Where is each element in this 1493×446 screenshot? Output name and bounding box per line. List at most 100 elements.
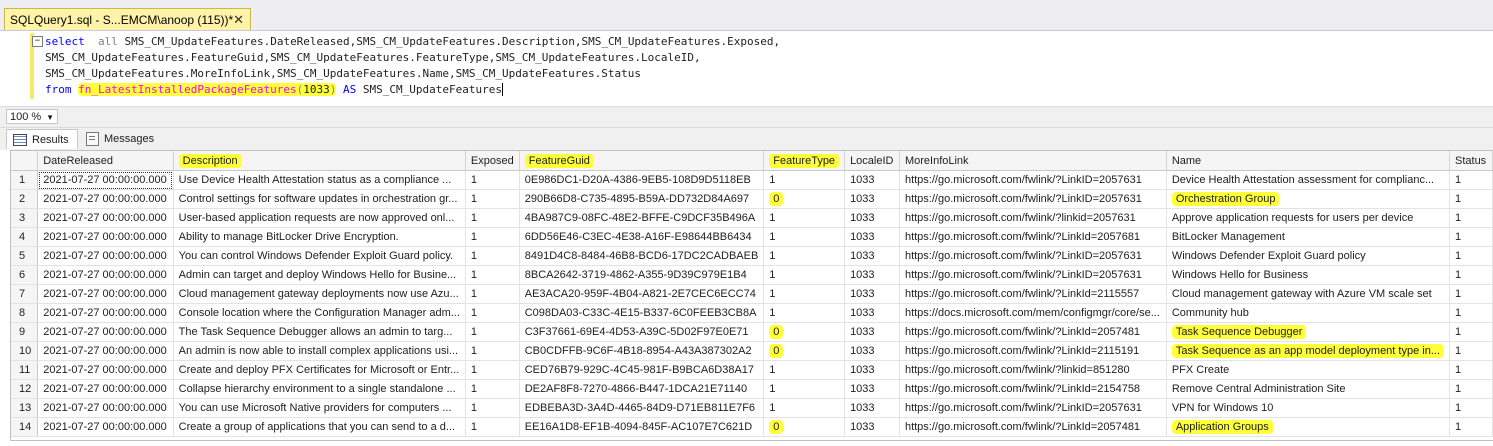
cell-description[interactable]: User-based application requests are now … <box>173 208 466 228</box>
cell-datereleased[interactable]: 2021-07-27 00:00:00.000 <box>37 246 174 266</box>
cell-featureguid[interactable]: 290B66D8-C735-4895-B59A-DD732D84A697 <box>519 189 765 209</box>
cell-exposed[interactable]: 1 <box>465 170 520 190</box>
row-number-cell[interactable]: 8 <box>11 303 39 323</box>
cell-exposed[interactable]: 1 <box>465 284 520 304</box>
table-row[interactable]: 11 2021-07-27 00:00:00.000 Create and depl… <box>11 360 1493 380</box>
table-row[interactable]: 14 2021-07-27 00:00:00.000 Create a group … <box>11 417 1493 437</box>
cell-description[interactable]: Admin can target and deploy Windows Hell… <box>173 265 466 285</box>
cell-name[interactable]: Orchestration Group <box>1166 189 1451 209</box>
cell-description[interactable]: The Task Sequence Debugger allows an adm… <box>173 322 466 342</box>
cell-moreinfolink[interactable]: https://go.microsoft.com/fwlink/?LinkId=… <box>899 379 1167 399</box>
tab-results[interactable]: Results <box>6 129 78 149</box>
cell-moreinfolink[interactable]: https://go.microsoft.com/fwlink/?LinkID=… <box>899 189 1167 209</box>
cell-featureguid[interactable]: EDBEBA3D-3A4D-4465-84D9-D71EB811E7F6 <box>519 398 765 418</box>
cell-featuretype[interactable]: 1 <box>763 208 846 228</box>
cell-featureguid[interactable]: 6DD56E46-C3EC-4E38-A16F-E98644BB6434 <box>519 227 765 247</box>
cell-exposed[interactable]: 1 <box>465 265 520 285</box>
cell-description[interactable]: You can control Windows Defender Exploit… <box>173 246 466 266</box>
cell-datereleased[interactable]: 2021-07-27 00:00:00.000 <box>37 170 174 190</box>
cell-moreinfolink[interactable]: https://go.microsoft.com/fwlink/?LinkId=… <box>899 227 1167 247</box>
cell-description[interactable]: Console location where the Configuration… <box>173 303 466 323</box>
column-header-datereleased[interactable]: DateReleased <box>37 151 174 171</box>
cell-localeid[interactable]: 1033 <box>844 341 900 361</box>
cell-datereleased[interactable]: 2021-07-27 00:00:00.000 <box>37 417 174 437</box>
cell-exposed[interactable]: 1 <box>465 227 520 247</box>
table-row[interactable]: 7 2021-07-27 00:00:00.000 Cloud management… <box>11 284 1493 304</box>
column-header-exposed[interactable]: Exposed <box>465 151 520 171</box>
row-number-cell[interactable]: 6 <box>11 265 39 285</box>
cell-localeid[interactable]: 1033 <box>844 170 900 190</box>
cell-featuretype[interactable]: 1 <box>763 227 846 247</box>
cell-status[interactable]: 1 <box>1449 265 1493 285</box>
table-row[interactable]: 6 2021-07-27 00:00:00.000 Admin can target… <box>11 265 1493 285</box>
cell-localeid[interactable]: 1033 <box>844 322 900 342</box>
cell-exposed[interactable]: 1 <box>465 246 520 266</box>
cell-localeid[interactable]: 1033 <box>844 303 900 323</box>
cell-moreinfolink[interactable]: https://go.microsoft.com/fwlink/?linkid=… <box>899 208 1167 228</box>
cell-datereleased[interactable]: 2021-07-27 00:00:00.000 <box>37 322 174 342</box>
column-header-featuretype[interactable]: FeatureType <box>763 151 846 171</box>
cell-moreinfolink[interactable]: https://go.microsoft.com/fwlink/?LinkId=… <box>899 417 1167 437</box>
cell-description[interactable]: Create a group of applications that you … <box>173 417 466 437</box>
cell-featureguid[interactable]: AE3ACA20-959F-4B04-A821-2E7CEC6ECC74 <box>519 284 765 304</box>
row-number-cell[interactable]: 5 <box>11 246 39 266</box>
cell-datereleased[interactable]: 2021-07-27 00:00:00.000 <box>37 227 174 247</box>
cell-status[interactable]: 1 <box>1449 170 1493 190</box>
cell-featureguid[interactable]: 8491D4C8-8484-46B8-BCD6-17DC2CADBAEB <box>519 246 765 266</box>
cell-name[interactable]: Windows Hello for Business <box>1166 265 1451 285</box>
cell-description[interactable]: You can use Microsoft Native providers f… <box>173 398 466 418</box>
table-row[interactable]: 4 2021-07-27 00:00:00.000 Ability to manag… <box>11 227 1493 247</box>
cell-datereleased[interactable]: 2021-07-27 00:00:00.000 <box>37 379 174 399</box>
cell-localeid[interactable]: 1033 <box>844 189 900 209</box>
column-header-name[interactable]: Name <box>1166 151 1451 171</box>
cell-description[interactable]: Cloud management gateway deployments now… <box>173 284 466 304</box>
cell-description[interactable]: Control settings for software updates in… <box>173 189 466 209</box>
cell-status[interactable]: 1 <box>1449 379 1493 399</box>
row-number-cell[interactable]: 11 <box>11 360 39 380</box>
table-row[interactable]: 9 2021-07-27 00:00:00.000 The Task Sequenc… <box>11 322 1493 342</box>
cell-name[interactable]: Community hub <box>1166 303 1451 323</box>
cell-featuretype[interactable]: 0 <box>763 341 846 361</box>
table-row[interactable]: 12 2021-07-27 00:00:00.000 Collapse hierar… <box>11 379 1493 399</box>
row-number-cell[interactable]: 2 <box>11 189 39 209</box>
cell-featuretype[interactable]: 0 <box>763 417 846 437</box>
results-grid[interactable]: DateReleased Description Exposed FeatureGui… <box>10 150 1493 441</box>
cell-name[interactable]: Task Sequence Debugger <box>1166 322 1451 342</box>
column-header-featureguid[interactable]: FeatureGuid <box>519 151 765 171</box>
cell-featureguid[interactable]: 8BCA2642-3719-4862-A355-9D39C979E1B4 <box>519 265 765 285</box>
cell-status[interactable]: 1 <box>1449 284 1493 304</box>
cell-featuretype[interactable]: 1 <box>763 265 846 285</box>
cell-name[interactable]: Windows Defender Exploit Guard policy <box>1166 246 1451 266</box>
cell-featuretype[interactable]: 1 <box>763 170 846 190</box>
cell-localeid[interactable]: 1033 <box>844 360 900 380</box>
row-number-cell[interactable]: 1 <box>11 170 39 190</box>
cell-exposed[interactable]: 1 <box>465 322 520 342</box>
cell-exposed[interactable]: 1 <box>465 208 520 228</box>
query-editor[interactable]: − select all SMS_CM_UpdateFeatures.DateR… <box>0 31 1493 104</box>
cell-status[interactable]: 1 <box>1449 189 1493 209</box>
cell-featureguid[interactable]: EE16A1D8-EF1B-4094-845F-AC107E7C621D <box>519 417 765 437</box>
cell-name[interactable]: VPN for Windows 10 <box>1166 398 1451 418</box>
cell-featureguid[interactable]: C098DA03-C33C-4E15-B337-6C0FEEB3CB8A <box>519 303 765 323</box>
row-number-cell[interactable]: 12 <box>11 379 39 399</box>
row-number-cell[interactable]: 3 <box>11 208 39 228</box>
cell-moreinfolink[interactable]: https://go.microsoft.com/fwlink/?LinkID=… <box>899 246 1167 266</box>
cell-status[interactable]: 1 <box>1449 341 1493 361</box>
cell-localeid[interactable]: 1033 <box>844 379 900 399</box>
cell-datereleased[interactable]: 2021-07-27 00:00:00.000 <box>37 265 174 285</box>
cell-name[interactable]: PFX Create <box>1166 360 1451 380</box>
cell-status[interactable]: 1 <box>1449 360 1493 380</box>
tab-messages[interactable]: Messages <box>80 129 162 149</box>
cell-moreinfolink[interactable]: https://go.microsoft.com/fwlink/?LinkID=… <box>899 265 1167 285</box>
cell-localeid[interactable]: 1033 <box>844 208 900 228</box>
cell-moreinfolink[interactable]: https://go.microsoft.com/fwlink/?LinkID=… <box>899 170 1167 190</box>
cell-exposed[interactable]: 1 <box>465 360 520 380</box>
cell-exposed[interactable]: 1 <box>465 303 520 323</box>
table-row[interactable]: 2 2021-07-27 00:00:00.000 Control settings… <box>11 189 1493 209</box>
column-header-status[interactable]: Status <box>1449 151 1493 171</box>
cell-name[interactable]: Application Groups <box>1166 417 1451 437</box>
cell-name[interactable]: Device Health Attestation assessment for… <box>1166 170 1451 190</box>
cell-featureguid[interactable]: DE2AF8F8-7270-4866-B447-1DCA21E71140 <box>519 379 765 399</box>
cell-exposed[interactable]: 1 <box>465 189 520 209</box>
cell-featuretype[interactable]: 1 <box>763 398 846 418</box>
